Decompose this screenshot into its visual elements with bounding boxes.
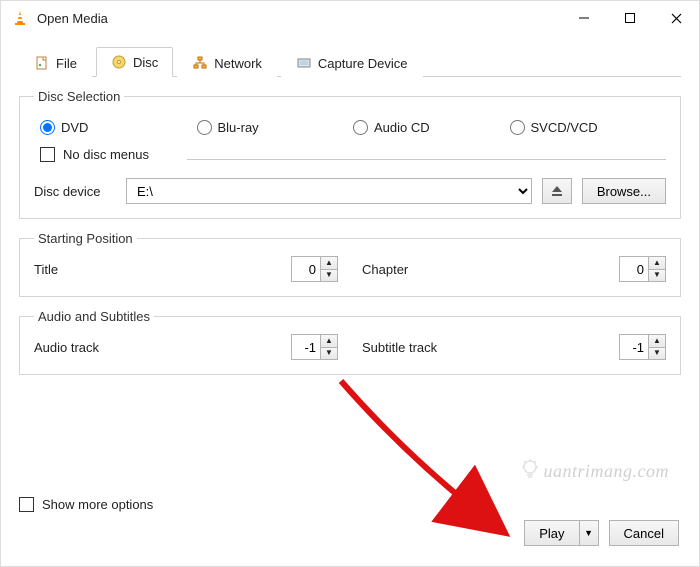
close-button[interactable] bbox=[653, 3, 699, 33]
radio-svcd[interactable]: SVCD/VCD bbox=[510, 120, 667, 135]
input-chapter[interactable] bbox=[620, 257, 648, 281]
eject-button[interactable] bbox=[542, 178, 572, 204]
maximize-icon bbox=[625, 13, 635, 23]
network-icon bbox=[192, 55, 208, 71]
close-icon bbox=[671, 13, 682, 24]
tab-disc[interactable]: Disc bbox=[96, 47, 173, 77]
tab-capture[interactable]: Capture Device bbox=[281, 48, 423, 77]
spin-up-icon[interactable]: ▲ bbox=[321, 257, 337, 270]
lightbulb-icon bbox=[518, 457, 542, 486]
disc-icon bbox=[111, 54, 127, 70]
radio-svcd-input[interactable] bbox=[510, 120, 525, 135]
play-split-button[interactable]: Play ▼ bbox=[524, 520, 598, 546]
spin-down-icon[interactable]: ▼ bbox=[321, 270, 337, 282]
spin-chapter[interactable]: ▲▼ bbox=[619, 256, 666, 282]
label-title: Title bbox=[34, 262, 291, 277]
label-no-disc-menus: No disc menus bbox=[63, 147, 149, 162]
capture-icon bbox=[296, 55, 312, 71]
chevron-down-icon: ▼ bbox=[584, 528, 593, 538]
cancel-button[interactable]: Cancel bbox=[609, 520, 679, 546]
input-audio-track[interactable] bbox=[292, 335, 320, 359]
window-title: Open Media bbox=[37, 11, 108, 26]
group-disc-selection: Disc Selection DVD Blu-ray Audio CD SVCD… bbox=[19, 89, 681, 219]
tab-label: File bbox=[56, 56, 77, 71]
minimize-icon bbox=[579, 13, 589, 23]
checkbox-no-disc-menus[interactable] bbox=[40, 147, 55, 162]
input-title[interactable] bbox=[292, 257, 320, 281]
select-disc-device[interactable]: E:\ bbox=[126, 178, 532, 204]
spin-audio-track[interactable]: ▲▼ bbox=[291, 334, 338, 360]
eject-icon bbox=[551, 185, 563, 197]
label-audio-track: Audio track bbox=[34, 340, 291, 355]
minimize-button[interactable] bbox=[561, 3, 607, 33]
legend-starting-position: Starting Position bbox=[34, 231, 137, 246]
play-dropdown-button[interactable]: ▼ bbox=[579, 520, 599, 546]
group-audio-subtitles: Audio and Subtitles Audio track ▲▼ Subti… bbox=[19, 309, 681, 375]
spin-up-icon[interactable]: ▲ bbox=[649, 335, 665, 348]
watermark: uantrimang.com bbox=[518, 457, 670, 486]
spin-down-icon[interactable]: ▼ bbox=[321, 348, 337, 360]
watermark-text: uantrimang.com bbox=[544, 461, 670, 482]
titlebar: Open Media bbox=[1, 1, 699, 35]
divider bbox=[187, 159, 666, 160]
tab-network[interactable]: Network bbox=[177, 48, 277, 77]
radio-dvd-input[interactable] bbox=[40, 120, 55, 135]
spin-subtitle-track[interactable]: ▲▼ bbox=[619, 334, 666, 360]
tab-label: Capture Device bbox=[318, 56, 408, 71]
spin-down-icon[interactable]: ▼ bbox=[649, 270, 665, 282]
tab-bar: File Disc Network Capture Device bbox=[19, 43, 681, 77]
tab-label: Network bbox=[214, 56, 262, 71]
annotation-arrow-icon bbox=[321, 371, 541, 561]
browse-button[interactable]: Browse... bbox=[582, 178, 666, 204]
group-starting-position: Starting Position Title ▲▼ Chapter ▲▼ bbox=[19, 231, 681, 297]
tab-label: Disc bbox=[133, 55, 158, 70]
tab-file[interactable]: File bbox=[19, 48, 92, 77]
spin-down-icon[interactable]: ▼ bbox=[649, 348, 665, 360]
spin-up-icon[interactable]: ▲ bbox=[649, 257, 665, 270]
radio-bluray[interactable]: Blu-ray bbox=[197, 120, 354, 135]
spin-up-icon[interactable]: ▲ bbox=[321, 335, 337, 348]
file-icon bbox=[34, 55, 50, 71]
checkbox-show-more-options[interactable] bbox=[19, 497, 34, 512]
maximize-button[interactable] bbox=[607, 3, 653, 33]
spin-title[interactable]: ▲▼ bbox=[291, 256, 338, 282]
play-button[interactable]: Play bbox=[524, 520, 578, 546]
radio-dvd[interactable]: DVD bbox=[40, 120, 197, 135]
label-subtitle-track: Subtitle track bbox=[362, 340, 619, 355]
label-chapter: Chapter bbox=[362, 262, 619, 277]
radio-audiocd-input[interactable] bbox=[353, 120, 368, 135]
legend-disc-selection: Disc Selection bbox=[34, 89, 124, 104]
vlc-cone-icon bbox=[11, 9, 29, 27]
label-show-more-options: Show more options bbox=[42, 497, 153, 512]
input-subtitle-track[interactable] bbox=[620, 335, 648, 359]
radio-audiocd[interactable]: Audio CD bbox=[353, 120, 510, 135]
radio-bluray-input[interactable] bbox=[197, 120, 212, 135]
legend-audio-subtitles: Audio and Subtitles bbox=[34, 309, 154, 324]
label-disc-device: Disc device bbox=[34, 184, 116, 199]
